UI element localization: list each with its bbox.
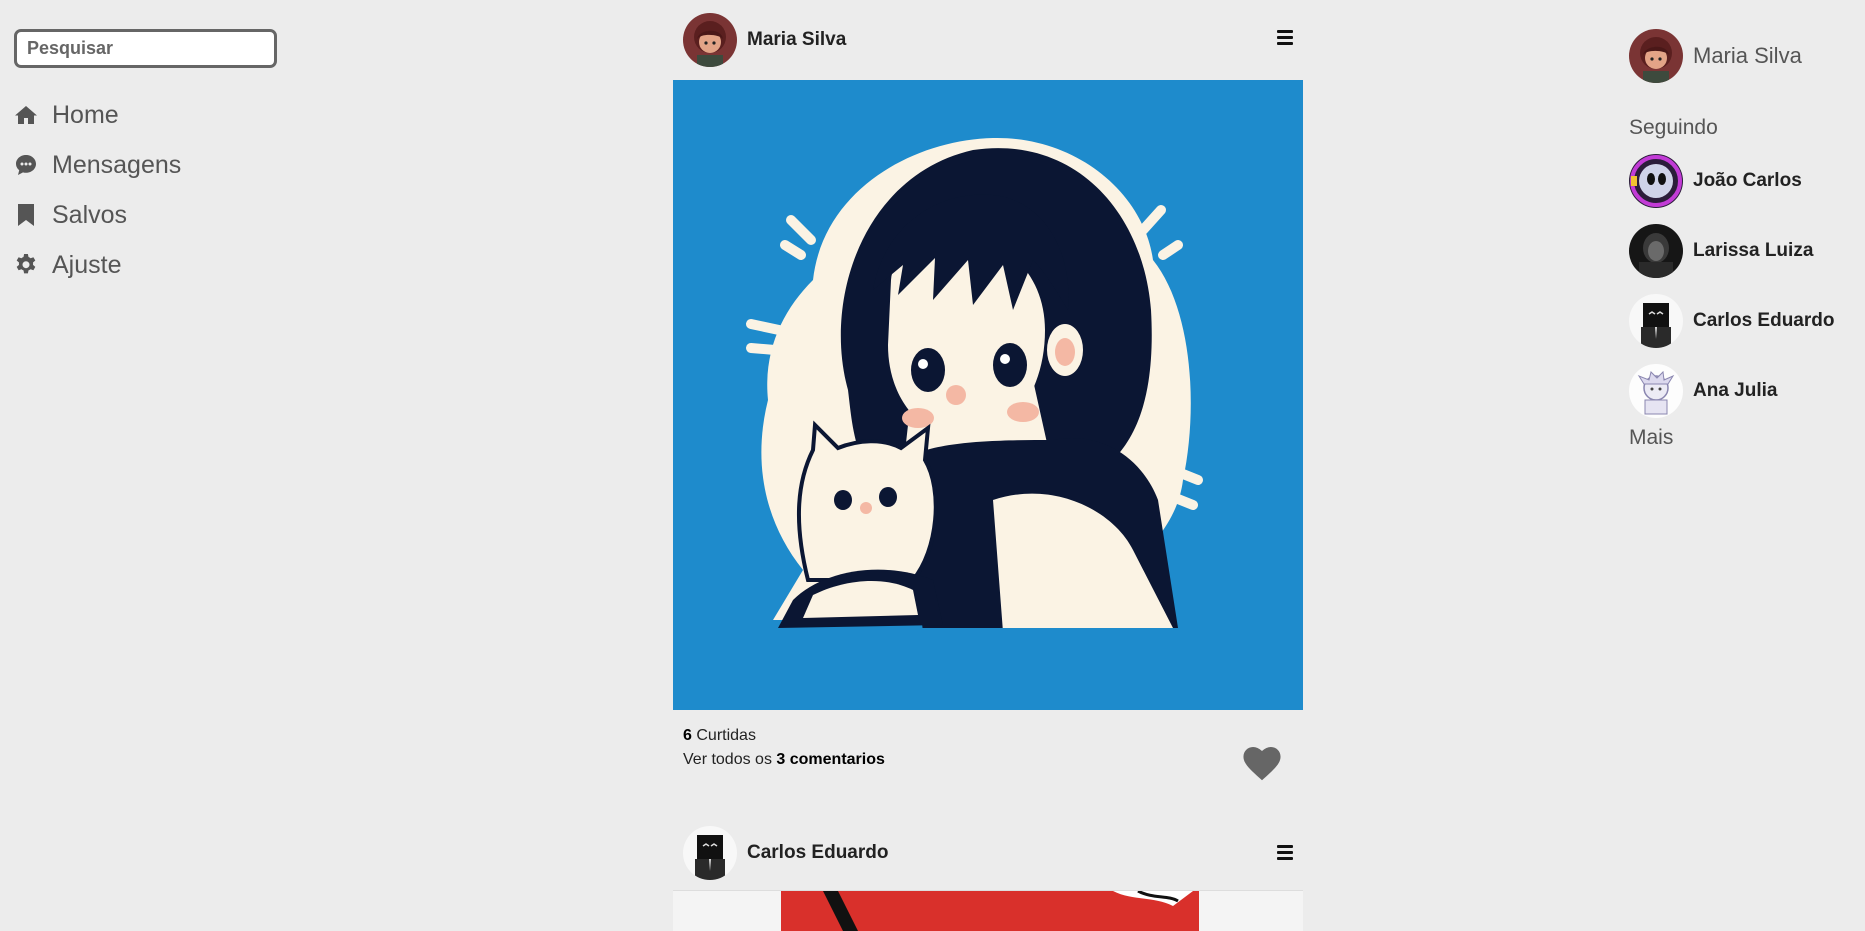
hamburger-icon	[1277, 845, 1293, 848]
search-input[interactable]	[14, 29, 277, 68]
avatar[interactable]	[683, 825, 737, 880]
main-nav: Home Mensagens Salvos Ajuste	[14, 90, 280, 290]
post-image-art	[781, 891, 1199, 931]
avatar	[1629, 29, 1683, 83]
nav-item-settings[interactable]: Ajuste	[14, 240, 280, 290]
chat-bubble-icon	[14, 153, 38, 177]
hamburger-icon-bar	[1277, 851, 1293, 854]
following-name: Carlos Eduardo	[1693, 310, 1835, 331]
post-menu-button[interactable]	[1277, 845, 1293, 863]
avatar	[1629, 154, 1683, 208]
following-item[interactable]: Ana Julia	[1629, 364, 1865, 418]
hamburger-icon	[1277, 30, 1293, 33]
post: Maria Silva 6 Curtidas Ver todos os 3 co…	[673, 0, 1303, 817]
hamburger-icon-bar	[1277, 42, 1293, 45]
post-menu-button[interactable]	[1277, 30, 1293, 48]
hamburger-icon-bar	[1277, 36, 1293, 39]
avatar	[1629, 294, 1683, 348]
nav-item-label: Salvos	[52, 200, 128, 229]
following-item[interactable]: Larissa Luiza	[1629, 224, 1865, 278]
right-sidebar: Maria Silva Seguindo João Carlos Larissa…	[1629, 29, 1865, 450]
post-header: Carlos Eduardo	[673, 815, 1303, 890]
nav-item-label: Ajuste	[52, 250, 122, 279]
following-item[interactable]: Carlos Eduardo	[1629, 294, 1865, 348]
following-name: Larissa Luiza	[1693, 240, 1814, 261]
post-image[interactable]	[673, 80, 1303, 710]
following-name: Ana Julia	[1693, 380, 1778, 401]
left-sidebar: Home Mensagens Salvos Ajuste	[14, 29, 280, 290]
nav-item-home[interactable]: Home	[14, 90, 280, 140]
following-title: Seguindo	[1629, 116, 1718, 139]
nav-item-messages[interactable]: Mensagens	[14, 140, 280, 190]
current-user-name: Maria Silva	[1693, 43, 1802, 68]
post-header: Maria Silva	[673, 0, 1303, 80]
post-author[interactable]: Maria Silva	[747, 29, 846, 51]
likes-label: Curtidas	[696, 727, 756, 744]
avatar	[1629, 224, 1683, 278]
following-item[interactable]: João Carlos	[1629, 154, 1865, 208]
more-link[interactable]: Mais	[1629, 426, 1865, 450]
current-user[interactable]: Maria Silva	[1629, 29, 1865, 83]
following-list: João Carlos Larissa Luiza Carlos Eduardo…	[1629, 154, 1865, 418]
avatar	[1629, 364, 1683, 418]
gear-icon	[14, 253, 38, 277]
home-icon	[14, 103, 38, 127]
following-name: João Carlos	[1693, 170, 1802, 191]
likes-number: 6	[683, 727, 692, 744]
heart-icon	[1243, 747, 1281, 781]
nav-item-saved[interactable]: Salvos	[14, 190, 280, 240]
like-button[interactable]	[1243, 747, 1281, 781]
comments-count: 3 comentarios	[776, 751, 885, 768]
feed: Maria Silva 6 Curtidas Ver todos os 3 co…	[673, 0, 1303, 931]
post: Carlos Eduardo	[673, 815, 1303, 931]
bookmark-icon	[14, 203, 38, 227]
post-image[interactable]	[673, 890, 1303, 931]
nav-item-label: Mensagens	[52, 150, 182, 179]
nav-item-label: Home	[52, 100, 119, 129]
post-footer: 6 Curtidas Ver todos os 3 comentarios	[673, 727, 1303, 817]
avatar[interactable]	[683, 13, 737, 67]
post-author[interactable]: Carlos Eduardo	[747, 842, 888, 864]
comments-prefix: Ver todos os	[683, 751, 772, 768]
hamburger-icon-bar	[1277, 857, 1293, 860]
view-comments-link[interactable]: Ver todos os 3 comentarios	[683, 751, 1293, 769]
likes-count: 6 Curtidas	[683, 727, 1293, 745]
